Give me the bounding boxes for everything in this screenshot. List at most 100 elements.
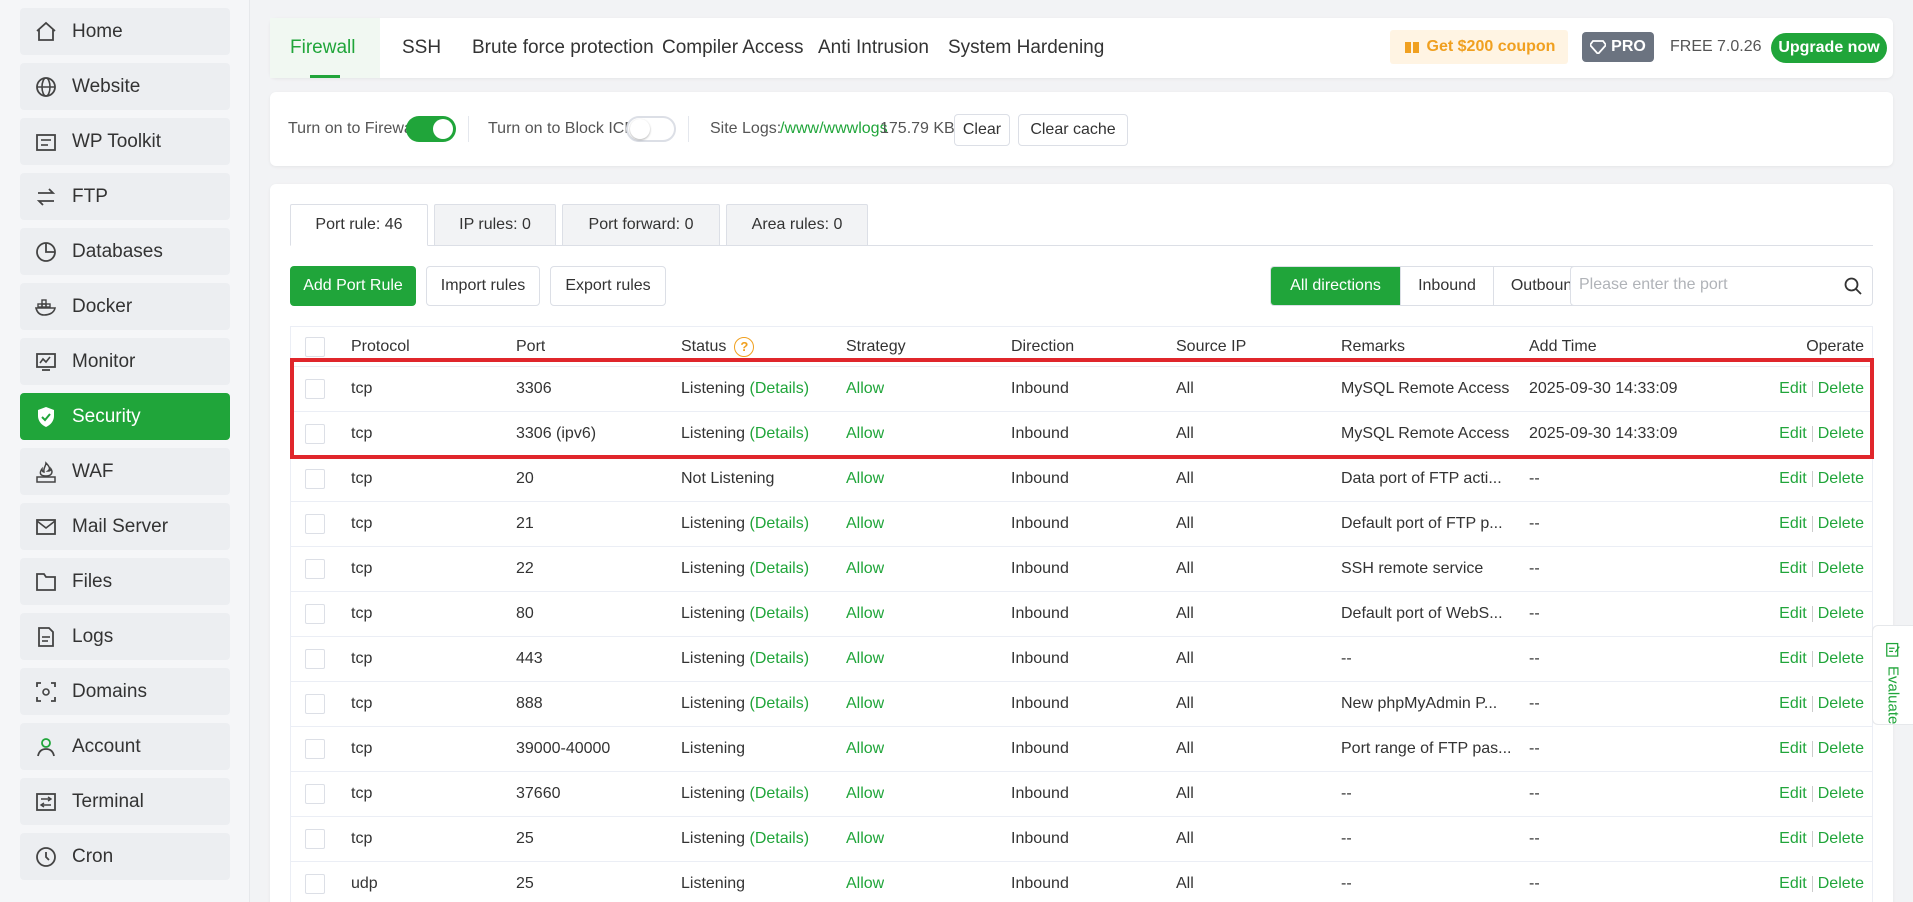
- site-logs-path-link[interactable]: /www/wwwlogs: [780, 120, 888, 138]
- add-port-rule-button[interactable]: Add Port Rule: [290, 266, 416, 306]
- sidebar-item-waf[interactable]: WAF: [20, 448, 230, 495]
- sidebar-item-logs[interactable]: Logs: [20, 613, 230, 660]
- details-link[interactable]: (Details): [750, 650, 810, 668]
- header-strategy[interactable]: Strategy: [846, 327, 906, 366]
- details-link[interactable]: (Details): [750, 560, 810, 578]
- subtab-port-forward[interactable]: Port forward: 0: [562, 204, 720, 246]
- sidebar-item-terminal[interactable]: Terminal: [20, 778, 230, 825]
- tab-compiler-access[interactable]: Compiler Access: [662, 18, 804, 78]
- subtab-port-rule[interactable]: Port rule: 46: [290, 204, 428, 246]
- edit-link[interactable]: Edit: [1779, 380, 1807, 398]
- edit-link[interactable]: Edit: [1779, 695, 1807, 713]
- row-checkbox[interactable]: [305, 649, 325, 669]
- sidebar-item-files[interactable]: Files: [20, 558, 230, 605]
- sidebar-item-mail-server[interactable]: Mail Server: [20, 503, 230, 550]
- details-link[interactable]: (Details): [750, 830, 810, 848]
- upgrade-button[interactable]: Upgrade now: [1771, 33, 1887, 63]
- row-checkbox[interactable]: [305, 874, 325, 894]
- sidebar-item-ftp[interactable]: FTP: [20, 173, 230, 220]
- row-checkbox[interactable]: [305, 829, 325, 849]
- row-checkbox[interactable]: [305, 559, 325, 579]
- details-link[interactable]: (Details): [750, 380, 810, 398]
- edit-link[interactable]: Edit: [1779, 425, 1807, 443]
- row-checkbox[interactable]: [305, 424, 325, 444]
- sidebar-item-domains[interactable]: Domains: [20, 668, 230, 715]
- delete-link[interactable]: Delete: [1818, 380, 1864, 398]
- subtab-area-rules[interactable]: Area rules: 0: [726, 204, 868, 246]
- header-port[interactable]: Port: [516, 327, 545, 366]
- delete-link[interactable]: Delete: [1818, 830, 1864, 848]
- sidebar-item-home[interactable]: Home: [20, 8, 230, 55]
- details-link[interactable]: (Details): [750, 605, 810, 623]
- edit-link[interactable]: Edit: [1779, 470, 1807, 488]
- edit-link[interactable]: Edit: [1779, 785, 1807, 803]
- delete-link[interactable]: Delete: [1818, 875, 1864, 893]
- header-status[interactable]: Status?: [681, 327, 755, 366]
- delete-link[interactable]: Delete: [1818, 425, 1864, 443]
- details-link[interactable]: (Details): [750, 785, 810, 803]
- select-all-checkbox[interactable]: [305, 336, 325, 357]
- header-add-time[interactable]: Add Time: [1529, 327, 1597, 366]
- subtab-ip-rules[interactable]: IP rules: 0: [434, 204, 556, 246]
- pro-badge[interactable]: PRO: [1582, 32, 1654, 62]
- import-rules-button[interactable]: Import rules: [426, 266, 540, 306]
- header-source-ip[interactable]: Source IP: [1176, 327, 1246, 366]
- edit-link[interactable]: Edit: [1779, 515, 1807, 533]
- export-rules-button[interactable]: Export rules: [550, 266, 666, 306]
- direction-all[interactable]: All directions: [1271, 267, 1401, 305]
- clear-button[interactable]: Clear: [954, 114, 1010, 146]
- cell-status: Not Listening: [681, 457, 774, 501]
- tab-anti-intrusion[interactable]: Anti Intrusion: [818, 18, 929, 78]
- row-checkbox[interactable]: [305, 604, 325, 624]
- edit-link[interactable]: Edit: [1779, 830, 1807, 848]
- row-checkbox[interactable]: [305, 514, 325, 534]
- delete-link[interactable]: Delete: [1818, 740, 1864, 758]
- sidebar-item-monitor[interactable]: Monitor: [20, 338, 230, 385]
- sidebar-item-wp-toolkit[interactable]: WP Toolkit: [20, 118, 230, 165]
- firewall-toggle[interactable]: [406, 116, 456, 142]
- tab-system-hardening[interactable]: System Hardening: [948, 18, 1104, 78]
- cell-port: 888: [516, 695, 543, 712]
- tab-ssh[interactable]: SSH: [402, 18, 441, 78]
- clear-cache-button[interactable]: Clear cache: [1018, 114, 1128, 146]
- delete-link[interactable]: Delete: [1818, 695, 1864, 713]
- delete-link[interactable]: Delete: [1818, 650, 1864, 668]
- coupon-button[interactable]: Get $200 coupon: [1390, 30, 1568, 64]
- edit-link[interactable]: Edit: [1779, 740, 1807, 758]
- sidebar-item-databases[interactable]: Databases: [20, 228, 230, 275]
- edit-link[interactable]: Edit: [1779, 605, 1807, 623]
- direction-inbound[interactable]: Inbound: [1401, 267, 1494, 305]
- icmp-toggle[interactable]: [626, 116, 676, 142]
- details-link[interactable]: (Details): [750, 695, 810, 713]
- search-icon[interactable]: [1844, 277, 1862, 295]
- tab-brute-force[interactable]: Brute force protection: [472, 18, 654, 78]
- sidebar-item-account[interactable]: Account: [20, 723, 230, 770]
- delete-link[interactable]: Delete: [1818, 560, 1864, 578]
- sidebar-item-cron[interactable]: Cron: [20, 833, 230, 880]
- header-protocol[interactable]: Protocol: [351, 327, 410, 366]
- edit-link[interactable]: Edit: [1779, 560, 1807, 578]
- sidebar-item-security[interactable]: Security: [20, 393, 230, 440]
- edit-link[interactable]: Edit: [1779, 875, 1807, 893]
- details-link[interactable]: (Details): [750, 425, 810, 443]
- header-direction[interactable]: Direction: [1011, 327, 1074, 366]
- row-checkbox[interactable]: [305, 694, 325, 714]
- details-link[interactable]: (Details): [750, 515, 810, 533]
- port-search-input[interactable]: [1579, 267, 1829, 303]
- row-checkbox[interactable]: [305, 469, 325, 489]
- evaluate-tab[interactable]: Evaluate: [1872, 625, 1913, 725]
- tab-firewall[interactable]: Firewall: [270, 18, 380, 78]
- delete-link[interactable]: Delete: [1818, 515, 1864, 533]
- row-checkbox[interactable]: [305, 784, 325, 804]
- sidebar-item-website[interactable]: Website: [20, 63, 230, 110]
- sidebar-item-docker[interactable]: Docker: [20, 283, 230, 330]
- delete-link[interactable]: Delete: [1818, 605, 1864, 623]
- edit-link[interactable]: Edit: [1779, 650, 1807, 668]
- row-checkbox[interactable]: [305, 379, 325, 399]
- row-checkbox[interactable]: [305, 739, 325, 759]
- cell-strategy: Allow: [846, 695, 885, 712]
- delete-link[interactable]: Delete: [1818, 785, 1864, 803]
- help-icon[interactable]: ?: [734, 336, 755, 357]
- header-remarks[interactable]: Remarks: [1341, 327, 1405, 366]
- delete-link[interactable]: Delete: [1818, 470, 1864, 488]
